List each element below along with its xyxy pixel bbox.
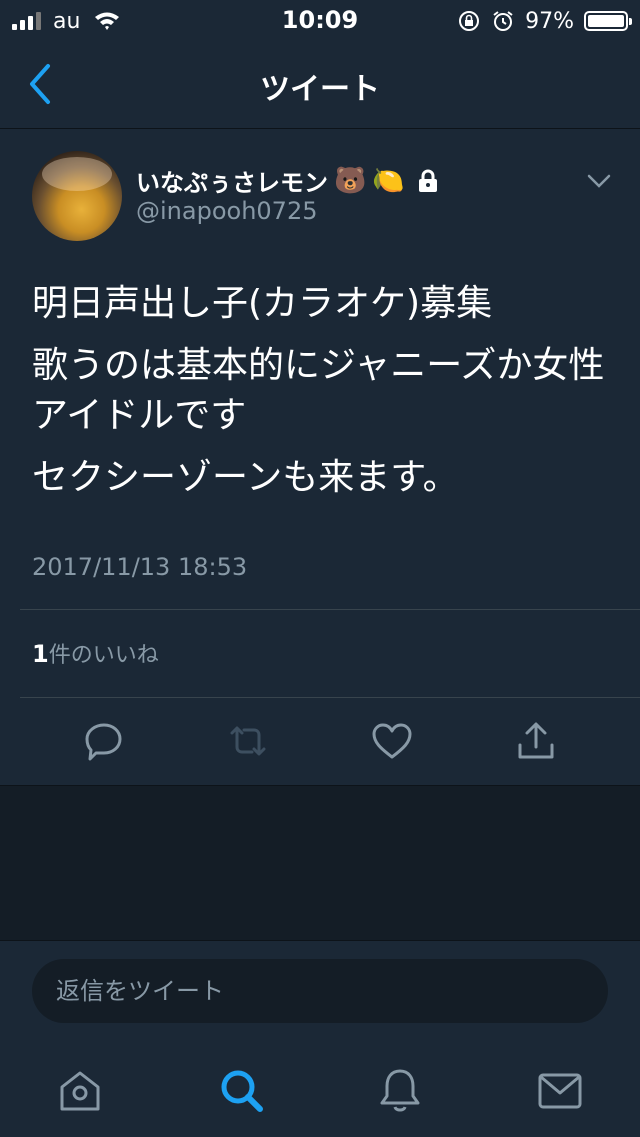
protected-lock-icon (418, 169, 437, 192)
alarm-icon (493, 11, 513, 31)
navigation-bar: ツイート (0, 40, 640, 129)
messages-envelope-icon[interactable] (532, 1063, 588, 1119)
tweet-line: セクシーゾーンも来ます。 (32, 457, 459, 498)
bottom-tab-bar (0, 1053, 640, 1137)
tweet-text: 明日声出し子(カラオケ)募集 歌うのは基本的にジャニーズか女性アイドルです セク… (32, 279, 608, 503)
reply-input[interactable] (32, 959, 608, 1023)
home-icon[interactable] (52, 1063, 108, 1119)
tweet-detail: いなぷぅさレモン 🐻 🍋 @inapooh0725 明日声出し子(カラオケ)募集… (0, 129, 640, 786)
like-heart-icon[interactable] (370, 719, 414, 763)
likes-summary[interactable]: 1件のいいね (32, 637, 159, 669)
likes-count: 1 (32, 640, 49, 668)
share-icon[interactable] (514, 719, 558, 763)
likes-label: 件のいいね (48, 643, 159, 668)
battery-icon (584, 11, 632, 31)
chevron-down-icon[interactable] (586, 171, 612, 191)
reply-composer-bar (0, 940, 640, 1137)
tweet-timestamp: 2017/11/13 18:53 (32, 553, 248, 581)
tweet-line: 明日声出し子(カラオケ)募集 (32, 283, 493, 324)
divider (20, 609, 640, 610)
status-bar: au 10:09 97% (0, 0, 640, 40)
battery-percent: 97% (525, 8, 574, 34)
reply-icon[interactable] (82, 719, 126, 763)
lemon-emoji-icon: 🍋 (372, 165, 405, 196)
author-handle[interactable]: @inapooh0725 (136, 197, 317, 225)
search-icon[interactable] (214, 1063, 270, 1119)
avatar[interactable] (32, 151, 122, 241)
bear-emoji-icon: 🐻 (334, 165, 367, 196)
tweet-line: 歌うのは基本的にジャニーズか女性アイドルです (32, 345, 605, 436)
divider (20, 697, 640, 698)
author-name-row[interactable]: いなぷぅさレモン 🐻 🍋 (136, 163, 439, 198)
rotation-lock-icon (459, 11, 480, 31)
tweet-actions (0, 709, 640, 769)
retweet-icon (230, 726, 266, 756)
page-title: ツイート (260, 72, 380, 107)
notifications-bell-icon[interactable] (372, 1063, 428, 1119)
author-display-name: いなぷぅさレモン (136, 169, 328, 197)
